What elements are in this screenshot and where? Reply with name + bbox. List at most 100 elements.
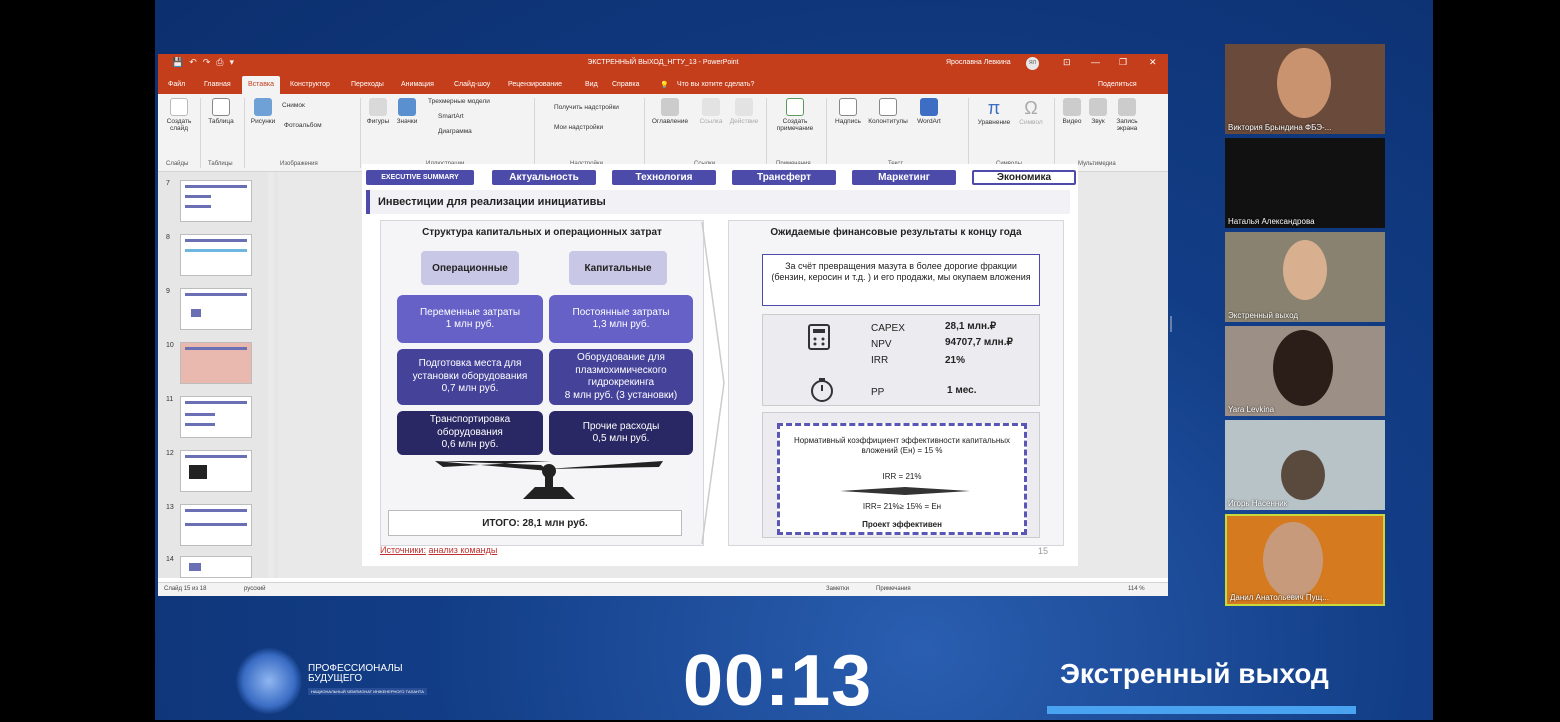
participant-tile[interactable]: Игорь Насенник xyxy=(1225,420,1385,510)
participant-name: Виктория Брындина ФБЭ-... xyxy=(1228,123,1332,132)
participant-name: Экстренный выход xyxy=(1228,311,1299,320)
participant-name: Данил Анатольевич Пущ... xyxy=(1230,593,1329,602)
symbol-button[interactable]: Ω Символ xyxy=(1014,98,1048,126)
photo-album-button[interactable]: Фотоальбом xyxy=(284,122,322,129)
zoom-level[interactable]: 114 % xyxy=(1128,586,1145,592)
link-button[interactable]: Ссылка xyxy=(694,98,728,125)
tab-slideshow[interactable]: Слайд-шоу xyxy=(454,81,490,88)
participant-tile-active[interactable]: Данил Анатольевич Пущ... xyxy=(1225,514,1385,606)
textbox-icon xyxy=(839,98,857,116)
textbox-button[interactable]: Надпись xyxy=(830,98,866,125)
participant-name: Наталья Александрова xyxy=(1228,217,1315,226)
participant-video xyxy=(1273,330,1333,406)
screen-recording-button[interactable]: Запись экрана xyxy=(1110,98,1144,132)
scales-icon xyxy=(435,461,663,499)
tab-review[interactable]: Рецензирование xyxy=(508,81,562,88)
tab-transitions[interactable]: Переходы xyxy=(351,81,384,88)
restore-button[interactable]: ❐ xyxy=(1119,57,1127,68)
equation-button[interactable]: π Уравнение xyxy=(972,98,1016,126)
screenshot-button[interactable]: Снимок xyxy=(282,102,305,109)
toc-icon xyxy=(661,98,679,116)
3d-models-button[interactable]: Трехмерные модели xyxy=(428,98,490,105)
participant-tile[interactable]: Экстренный выход xyxy=(1225,232,1385,322)
total-cost: ИТОГО: 28,1 млн руб. xyxy=(388,510,682,536)
screen-record-icon xyxy=(1118,98,1136,116)
group-separator xyxy=(534,98,535,168)
metric-label: IRR xyxy=(871,355,889,366)
slide-page-number: 15 xyxy=(1038,546,1049,556)
nav-tab-technology: Технология xyxy=(612,170,716,185)
capital-header: Капитальные xyxy=(569,251,667,285)
pane-divider[interactable] xyxy=(1170,316,1172,332)
group-separator xyxy=(826,98,827,168)
slide-thumbnail[interactable] xyxy=(180,556,252,578)
group-label-slides: Слайды xyxy=(166,161,189,167)
smartart-button[interactable]: SmartArt xyxy=(438,113,464,120)
audio-button[interactable]: Звук xyxy=(1086,98,1110,125)
tab-animation[interactable]: Анимация xyxy=(401,81,434,88)
participant-tile[interactable]: Yara Levkina xyxy=(1225,326,1385,416)
header-footer-button[interactable]: Колонтитулы xyxy=(866,98,910,125)
user-avatar[interactable]: ЯЛ xyxy=(1026,57,1039,70)
view-buttons[interactable] xyxy=(958,584,1098,594)
slide-thumbnail[interactable] xyxy=(180,504,252,546)
tab-view[interactable]: Вид xyxy=(585,81,598,88)
close-button[interactable]: ✕ xyxy=(1149,57,1157,68)
cap-cost-other: Прочие расходы 0,5 млн руб. xyxy=(549,411,693,455)
slide-thumbnail[interactable] xyxy=(180,396,252,438)
my-addins-button[interactable]: Мои надстройки xyxy=(554,124,603,131)
slide-thumbnail[interactable] xyxy=(180,450,252,492)
nav-tab-economics: Экономика xyxy=(972,170,1076,185)
link-icon xyxy=(702,98,720,116)
group-label-images: Изображения xyxy=(280,161,318,167)
tab-file[interactable]: Файл xyxy=(168,81,185,88)
thumbnails-scrollbar[interactable] xyxy=(268,172,274,578)
tell-me-search[interactable]: Что вы хотите сделать? xyxy=(677,81,754,88)
metric-value: 28,1 млн.₽ xyxy=(945,321,997,332)
thumb-number: 14 xyxy=(166,556,174,563)
icons-icon xyxy=(398,98,416,116)
chart-button[interactable]: Диаграмма xyxy=(438,128,472,135)
costs-title: Структура капитальных и операционных зат… xyxy=(422,227,662,238)
tab-help[interactable]: Справка xyxy=(612,81,639,88)
comments-button[interactable]: Примечания xyxy=(876,586,911,592)
participant-tile[interactable]: Виктория Брындина ФБЭ-... xyxy=(1225,44,1385,134)
cap-cost-fixed: Постоянные затраты 1,3 млн руб. xyxy=(549,295,693,343)
new-slide-icon xyxy=(170,98,188,116)
tab-insert[interactable]: Вставка xyxy=(242,76,281,94)
language-indicator[interactable]: русский xyxy=(244,586,266,592)
share-button[interactable]: Поделиться xyxy=(1098,81,1137,88)
op-cost-variable: Переменные затраты 1 млн руб. xyxy=(397,295,543,343)
minimize-button[interactable]: — xyxy=(1091,57,1100,67)
pictures-button[interactable]: Рисунки xyxy=(248,98,278,125)
globe-logo-icon xyxy=(236,648,302,714)
canvas-scrollbar[interactable] xyxy=(1160,172,1168,578)
thumb-number: 7 xyxy=(166,180,170,187)
wordart-button[interactable]: WordArt xyxy=(912,98,946,125)
notes-button[interactable]: Заметки xyxy=(826,586,849,592)
video-button[interactable]: Видео xyxy=(1058,98,1086,125)
payback-description: За счёт превращения мазута в более дорог… xyxy=(762,254,1040,306)
costs-panel: Структура капитальных и операционных зат… xyxy=(380,220,704,546)
action-button[interactable]: Действие xyxy=(726,98,762,125)
operational-header: Операционные xyxy=(421,251,519,285)
participant-tile[interactable]: Наталья Александрова xyxy=(1225,138,1385,228)
ribbon-display-icon[interactable]: ⊡ xyxy=(1063,57,1071,68)
new-slide-button[interactable]: Создать слайд xyxy=(162,98,196,132)
icons-button[interactable]: Значки xyxy=(394,98,420,125)
slide-15: EXECUTIVE SUMMARY Актуальность Технологи… xyxy=(362,164,1078,566)
slide-thumbnail[interactable] xyxy=(180,342,252,384)
participant-video xyxy=(1281,450,1325,500)
user-name[interactable]: Ярославна Левкина xyxy=(946,59,1011,66)
tab-home[interactable]: Главная xyxy=(204,81,231,88)
toc-button[interactable]: Оглавление xyxy=(648,98,692,125)
nav-tab-relevance: Актуальность xyxy=(492,170,596,185)
get-addins-button[interactable]: Получить надстройки xyxy=(554,104,619,111)
slide-thumbnail[interactable] xyxy=(180,288,252,330)
tab-design[interactable]: Конструктор xyxy=(290,81,330,88)
new-comment-button[interactable]: Создать примечание xyxy=(770,98,820,132)
shapes-button[interactable]: Фигуры xyxy=(364,98,392,125)
slide-thumbnail[interactable] xyxy=(180,234,252,276)
table-button[interactable]: Таблица xyxy=(204,98,238,125)
slide-thumbnail[interactable] xyxy=(180,180,252,222)
